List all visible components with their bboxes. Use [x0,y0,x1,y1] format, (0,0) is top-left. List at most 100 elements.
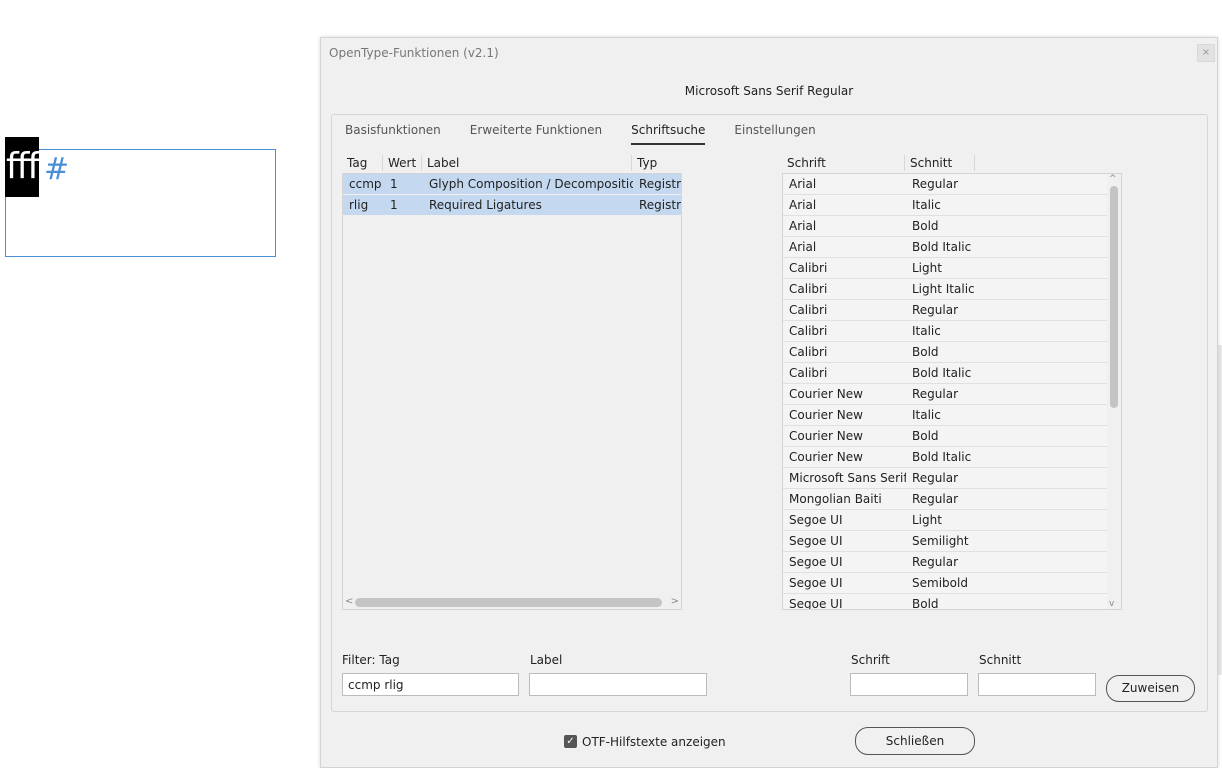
font-row[interactable]: Mongolian Baiti Regular [783,489,1109,510]
font-row[interactable]: Courier New Bold [783,426,1109,447]
tab-bar: Basisfunktionen Erweiterte Funktionen Schr… [345,123,845,145]
font-cell-style: Bold [912,219,939,233]
column-header-label[interactable]: Label [422,155,632,171]
scrollbar-thumb[interactable] [355,598,662,607]
font-cell-family: Arial [789,219,817,233]
font-row[interactable]: Segoe UI Semibold [783,573,1109,594]
font-cell-family: Courier New [789,408,863,422]
font-cell-style: Semilight [912,534,969,548]
font-cell-style: Bold Italic [912,240,972,254]
font-cell-style: Regular [912,303,959,317]
opentype-dialog: OpenType-Funktionen (v2.1) × Microsoft S… [320,37,1218,768]
font-cell-style: Bold [912,345,939,359]
font-cell-family: Segoe UI [789,555,843,569]
tab-einstellungen[interactable]: Einstellungen [734,123,815,145]
current-font-name: Microsoft Sans Serif Regular [684,84,854,98]
font-cell-family: Segoe UI [789,534,843,548]
font-cell-style: Italic [912,198,941,212]
font-row[interactable]: Calibri Light [783,258,1109,279]
font-cell-style: Regular [912,177,959,191]
feature-table-header: Tag Wert Label Typ [342,155,682,173]
font-cell-family: Courier New [789,387,863,401]
font-row[interactable]: Calibri Light Italic [783,279,1109,300]
font-list[interactable]: Arial Regular Arial Italic Arial Bold Arial Bol… [782,173,1122,610]
column-header-typ[interactable]: Typ [632,155,682,171]
column-header-wert[interactable]: Wert [383,155,422,171]
font-row[interactable]: Calibri Bold [783,342,1109,363]
font-row[interactable]: Arial Bold Italic [783,237,1109,258]
font-cell-style: Bold Italic [912,450,972,464]
font-row[interactable]: Calibri Italic [783,321,1109,342]
feature-cell-label: Required Ligatures [429,198,542,212]
font-row[interactable]: Calibri Bold Italic [783,363,1109,384]
vertical-scrollbar[interactable]: ^ v [1107,174,1121,609]
font-row[interactable]: Arial Regular [783,174,1109,195]
filter-tag-label: Filter: Tag [342,653,400,667]
horizontal-scrollbar[interactable]: < > [343,595,681,609]
font-row[interactable]: Segoe UI Bold [783,594,1109,609]
feature-row[interactable]: rlig 1 Required Ligatures Registry [343,195,681,216]
tab-panel: Basisfunktionen Erweiterte Funktionen Schr… [331,114,1208,712]
feature-cell-label: Glyph Composition / Decomposition [429,177,633,191]
font-cell-family: Arial [789,198,817,212]
font-cell-family: Courier New [789,450,863,464]
feature-cell-tag: ccmp [349,177,382,191]
tab-schriftsuche[interactable]: Schriftsuche [631,123,706,145]
font-cell-family: Microsoft Sans Serif [789,471,906,485]
font-cell-family: Arial [789,177,817,191]
font-row[interactable]: Microsoft Sans Serif Regular [783,468,1109,489]
font-row[interactable]: Segoe UI Semilight [783,531,1109,552]
close-icon[interactable]: × [1197,44,1215,62]
font-cell-style: Italic [912,324,941,338]
font-row[interactable]: Courier New Regular [783,384,1109,405]
column-header-schrift[interactable]: Schrift [782,155,905,171]
font-row[interactable]: Segoe UI Light [783,510,1109,531]
otf-help-checkbox[interactable]: ✓ [564,735,577,748]
close-dialog-button[interactable]: Schließen [855,727,975,755]
dialog-title: OpenType-Funktionen (v2.1) [329,46,499,60]
feature-row[interactable]: ccmp 1 Glyph Composition / Decomposition Re… [343,174,681,195]
scroll-right-icon[interactable]: > [671,595,679,609]
otf-help-label[interactable]: OTF-Hilfstexte anzeigen [582,735,726,749]
selected-glyph-text[interactable]: fff [5,137,40,197]
font-cell-style: Semibold [912,576,968,590]
column-header-schnitt[interactable]: Schnitt [905,155,975,171]
font-row[interactable]: Arial Bold [783,216,1109,237]
font-cell-family: Calibri [789,261,828,275]
filter-font-input[interactable] [850,673,968,696]
scroll-left-icon[interactable]: < [345,595,353,609]
font-cell-family: Segoe UI [789,513,843,527]
dialog-titlebar[interactable]: OpenType-Funktionen (v2.1) × [321,38,1217,68]
font-cell-family: Arial [789,240,817,254]
feature-cell-type: Registry [639,198,682,212]
scroll-up-icon[interactable]: ^ [1109,174,1117,184]
font-cell-style: Regular [912,492,959,506]
feature-list[interactable]: ccmp 1 Glyph Composition / Decomposition Re… [342,173,682,610]
font-cell-family: Courier New [789,429,863,443]
font-row[interactable]: Courier New Italic [783,405,1109,426]
font-cell-family: Calibri [789,324,828,338]
font-row[interactable]: Calibri Regular [783,300,1109,321]
scroll-down-icon[interactable]: v [1109,599,1114,609]
font-cell-style: Regular [912,387,959,401]
filter-style-input[interactable] [978,673,1096,696]
scrollbar-thumb[interactable] [1110,186,1118,408]
font-cell-family: Calibri [789,366,828,380]
tab-erweiterte-funktionen[interactable]: Erweiterte Funktionen [470,123,602,145]
font-row[interactable]: Courier New Bold Italic [783,447,1109,468]
filter-label-label: Label [530,653,563,667]
end-of-story-marker: # [44,152,70,187]
font-cell-style: Regular [912,555,959,569]
column-header-tag[interactable]: Tag [342,155,383,171]
filter-tag-input[interactable] [342,673,519,696]
filter-label-input[interactable] [529,673,707,696]
font-cell-family: Calibri [789,282,828,296]
tab-basisfunktionen[interactable]: Basisfunktionen [345,123,441,145]
filter-font-label: Schrift [851,653,890,667]
feature-cell-value: 1 [390,177,398,191]
font-row[interactable]: Segoe UI Regular [783,552,1109,573]
font-cell-style: Regular [912,471,959,485]
feature-cell-value: 1 [390,198,398,212]
assign-button[interactable]: Zuweisen [1106,675,1195,702]
font-row[interactable]: Arial Italic [783,195,1109,216]
